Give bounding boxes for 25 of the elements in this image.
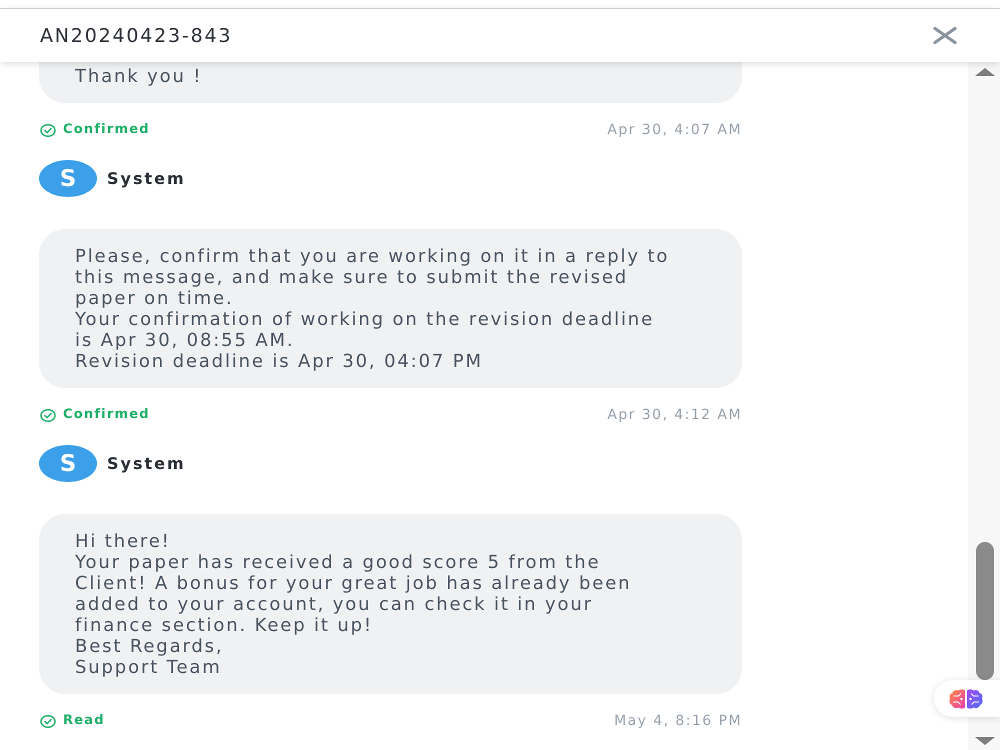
- scrollbar-thumb[interactable]: [976, 542, 994, 680]
- check-circle-icon: [40, 124, 56, 136]
- status-label: Confirmed: [63, 122, 150, 138]
- sender-name: System: [107, 169, 186, 188]
- floating-assistant-button[interactable]: [934, 680, 1000, 717]
- order-number-title: AN20240423-843: [40, 24, 232, 46]
- close-button[interactable]: [933, 27, 957, 44]
- timestamp: Apr 30, 4:07 AM: [607, 122, 742, 138]
- avatar-initial: S: [39, 445, 97, 482]
- message-bubble: Please, confirm that you are working on it in a reply to this message, and make sure to submit the revised paper on time. Your confirmation of working on the revision deadline is Apr 30, 08:55 AM. Revision deadline is Apr 30, 04:07 PM: [39, 229, 742, 388]
- message-bubble: Hi there! Your paper has received a good score 5 from the Client! A bonus for your great job has already been added to your account, you can check it in your finance section. Keep it up! Best Regards, Support Team: [39, 514, 742, 694]
- close-icon: [933, 27, 957, 44]
- check-circle-icon: [40, 408, 56, 422]
- scrollbar-track[interactable]: [968, 62, 1000, 750]
- avatar-initial: S: [39, 160, 97, 197]
- status-label: Read: [63, 713, 105, 729]
- sender-name: System: [107, 454, 186, 473]
- scroll-up-arrow-icon[interactable]: [975, 68, 995, 76]
- message-bubble: Thank you !: [39, 62, 742, 103]
- brain-icon: [949, 688, 983, 708]
- timestamp: Apr 30, 4:12 AM: [607, 407, 742, 423]
- check-circle-icon: [40, 714, 56, 728]
- status-label: Confirmed: [63, 407, 150, 423]
- scroll-down-arrow-icon[interactable]: [975, 737, 995, 745]
- timestamp: May 4, 8:16 PM: [614, 713, 742, 729]
